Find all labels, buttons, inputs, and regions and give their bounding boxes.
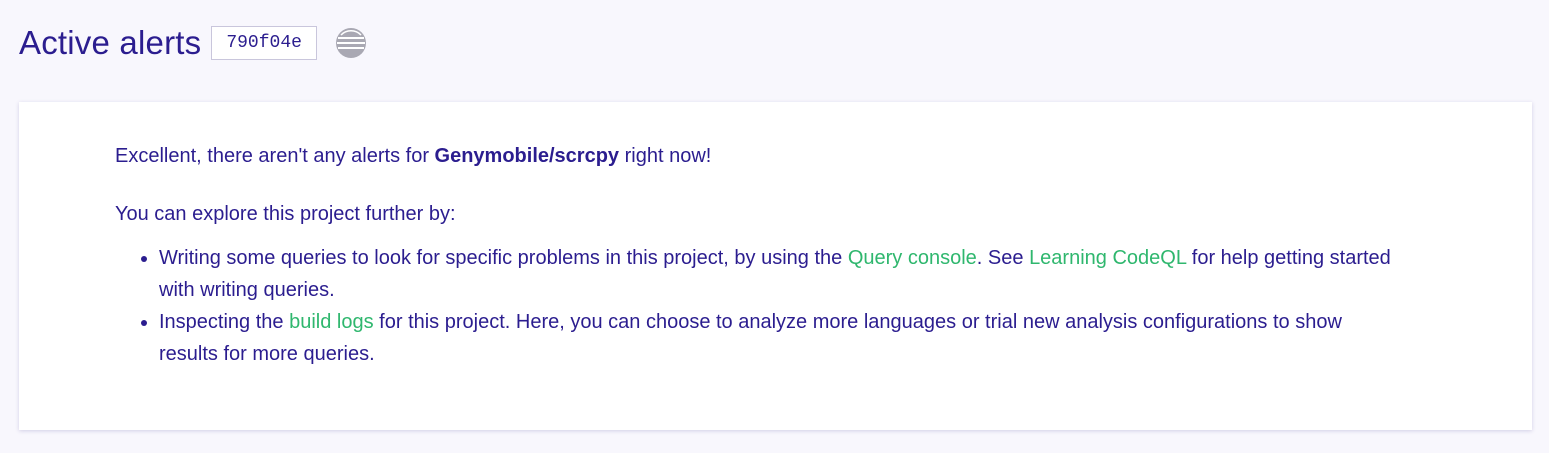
- item-text: Inspecting the: [159, 311, 290, 333]
- c-language-icon: [335, 27, 367, 59]
- no-alerts-message: Excellent, there aren't any alerts for G…: [115, 140, 1436, 172]
- intro-suffix: right now!: [619, 145, 712, 167]
- query-console-link[interactable]: Query console: [848, 247, 977, 269]
- learning-codeql-link[interactable]: Learning CodeQL: [1029, 247, 1186, 269]
- build-logs-link[interactable]: build logs: [289, 311, 374, 333]
- commit-badge[interactable]: 790f04e: [211, 26, 317, 60]
- suggestion-list: Writing some queries to look for specifi…: [115, 242, 1404, 370]
- project-name: Genymobile/scrcpy: [434, 145, 620, 167]
- intro-prefix: Excellent, there aren't any alerts for: [115, 145, 435, 167]
- page-header: Active alerts 790f04e: [19, 22, 367, 64]
- list-item: Writing some queries to look for specifi…: [159, 242, 1404, 306]
- item-text: . See: [976, 247, 1030, 269]
- alerts-card: Excellent, there aren't any alerts for G…: [19, 102, 1532, 430]
- page-title: Active alerts: [19, 24, 202, 61]
- explore-text: You can explore this project further by:: [115, 203, 456, 225]
- list-item: Inspecting the build logs for this proje…: [159, 306, 1404, 370]
- item-text: Writing some queries to look for specifi…: [159, 247, 848, 269]
